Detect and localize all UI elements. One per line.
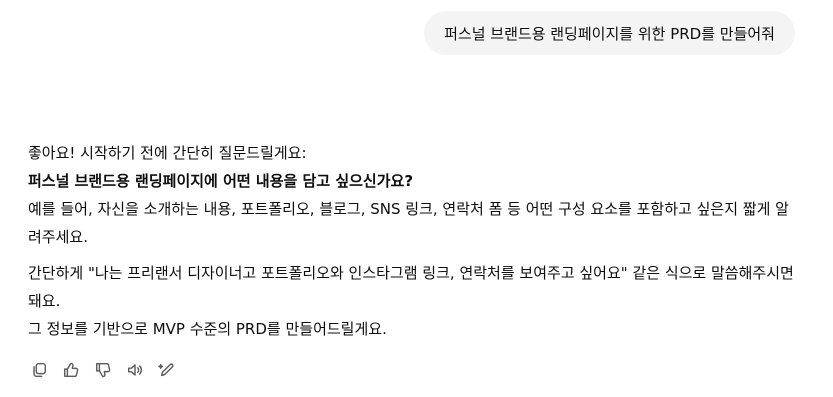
thumbs-down-button[interactable]: [90, 357, 116, 383]
assistant-intro-block: 좋아요! 시작하기 전에 간단히 질문드릴게요: 퍼스널 브랜드용 랜딩페이지에…: [28, 139, 800, 251]
assistant-closing: 그 정보를 기반으로 MVP 수준의 PRD를 만들어드릴게요.: [28, 320, 387, 338]
user-message-bubble: 퍼스널 브랜드용 랜딩페이지를 위한 PRD를 만들어줘: [424, 11, 795, 55]
thumbs-up-button[interactable]: [58, 357, 84, 383]
assistant-example: 간단하게 "나는 프리랜서 디자이너고 포트폴리오와 인스타그램 링크, 연락처…: [28, 264, 794, 310]
assistant-message: 좋아요! 시작하기 전에 간단히 질문드릴게요: 퍼스널 브랜드용 랜딩페이지에…: [28, 139, 800, 343]
thumbs-up-icon: [63, 362, 79, 378]
copy-icon: [33, 362, 47, 378]
edit-icon: [158, 363, 174, 377]
assistant-example-block: 간단하게 "나는 프리랜서 디자이너고 포트폴리오와 인스타그램 링크, 연락처…: [28, 259, 800, 343]
message-action-bar: [26, 357, 180, 383]
edit-button[interactable]: [154, 357, 180, 383]
speaker-icon: [127, 364, 143, 376]
read-aloud-button[interactable]: [122, 357, 148, 383]
thumbs-down-icon: [95, 362, 111, 378]
user-message-text: 퍼스널 브랜드용 랜딩페이지를 위한 PRD를 만들어줘: [444, 24, 775, 43]
assistant-intro-line: 좋아요! 시작하기 전에 간단히 질문드릴게요:: [28, 144, 307, 162]
assistant-question: 퍼스널 브랜드용 랜딩페이지에 어떤 내용을 담고 싶으신가요?: [28, 172, 414, 190]
copy-button[interactable]: [26, 357, 52, 383]
assistant-detail: 예를 들어, 자신을 소개하는 내용, 포트폴리오, 블로그, SNS 링크, …: [28, 200, 789, 246]
